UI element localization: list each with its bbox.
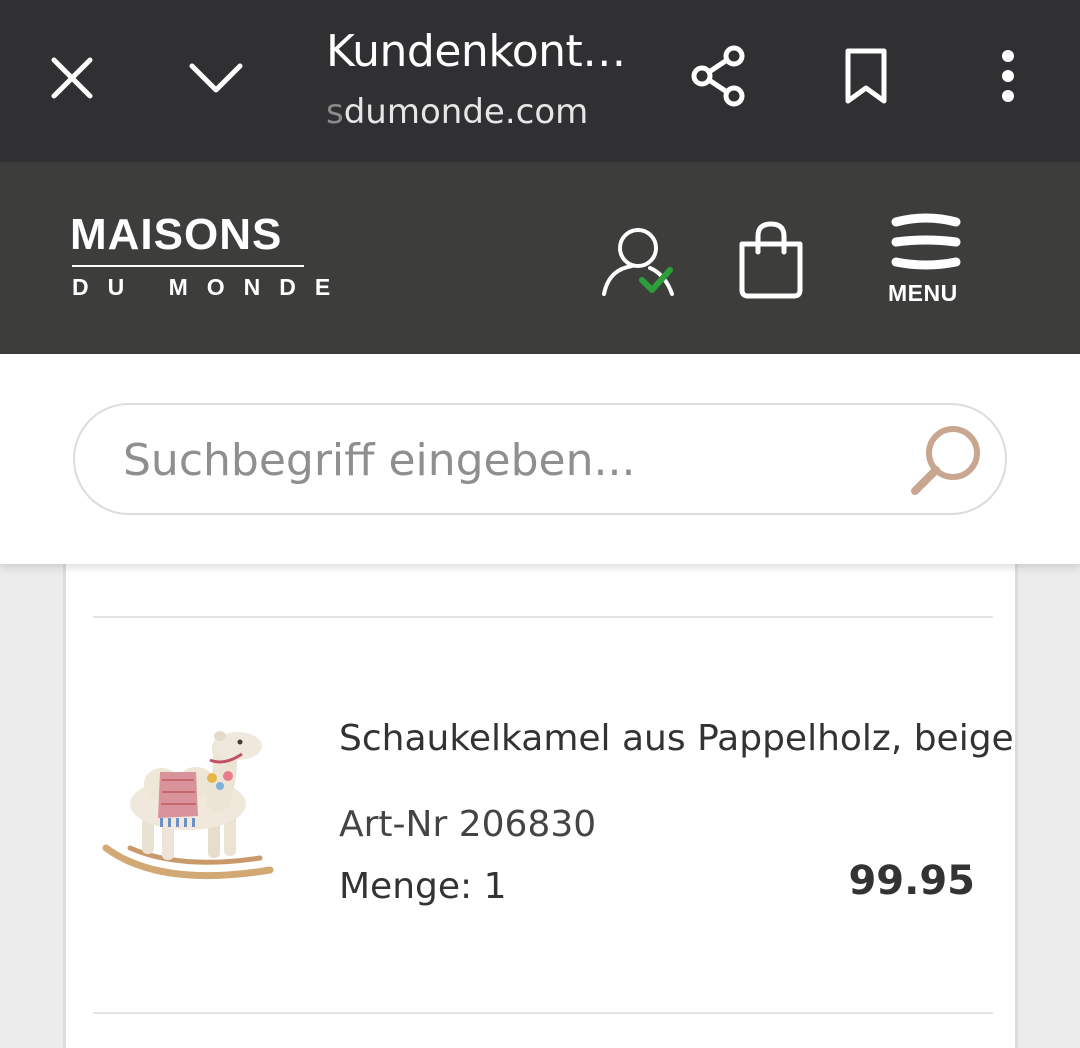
- hamburger-icon[interactable]: [890, 212, 962, 276]
- logo-sub-text: DU MONDE: [72, 274, 350, 300]
- screen: Kundenkont… sdumonde.com MAISONS DU MOND…: [0, 0, 1080, 1048]
- bookmark-icon[interactable]: [834, 44, 898, 108]
- divider: [93, 616, 993, 618]
- page-url-faded: s: [326, 92, 344, 132]
- browser-toolbar: Kundenkont… sdumonde.com: [0, 0, 1080, 162]
- account-icon[interactable]: [598, 224, 682, 300]
- product-article-number: Art-Nr 206830: [339, 804, 597, 845]
- more-vert-icon[interactable]: [976, 44, 1040, 108]
- search-bar-container: [0, 354, 1080, 564]
- search-box: [73, 403, 1007, 515]
- site-header: MAISONS DU MONDE MENU: [0, 162, 1080, 354]
- shopping-bag-icon[interactable]: [736, 218, 806, 300]
- divider: [93, 1012, 993, 1014]
- close-icon[interactable]: [40, 46, 104, 110]
- brand-logo[interactable]: MAISONS DU MONDE: [70, 210, 330, 306]
- share-icon[interactable]: [688, 44, 752, 108]
- menu-label[interactable]: MENU: [888, 280, 958, 307]
- chevron-down-icon[interactable]: [184, 46, 248, 110]
- page-url: sdumonde.com: [326, 92, 588, 132]
- logo-main-text: MAISONS: [70, 210, 283, 259]
- product-quantity: Menge: 1: [339, 866, 507, 907]
- page-url-domain: dumonde.com: [343, 92, 589, 132]
- cart-item-card: Schaukelkamel aus Pappelholz, beige Art-…: [63, 540, 1018, 1048]
- rocking-camel-image[interactable]: [100, 720, 280, 910]
- search-input[interactable]: [123, 431, 883, 489]
- product-price: 99.95: [848, 858, 975, 904]
- page-title: Kundenkont…: [326, 26, 626, 77]
- product-name[interactable]: Schaukelkamel aus Pappelholz, beige: [339, 718, 1014, 759]
- logo-underline: [72, 265, 304, 267]
- search-icon[interactable]: [905, 419, 989, 503]
